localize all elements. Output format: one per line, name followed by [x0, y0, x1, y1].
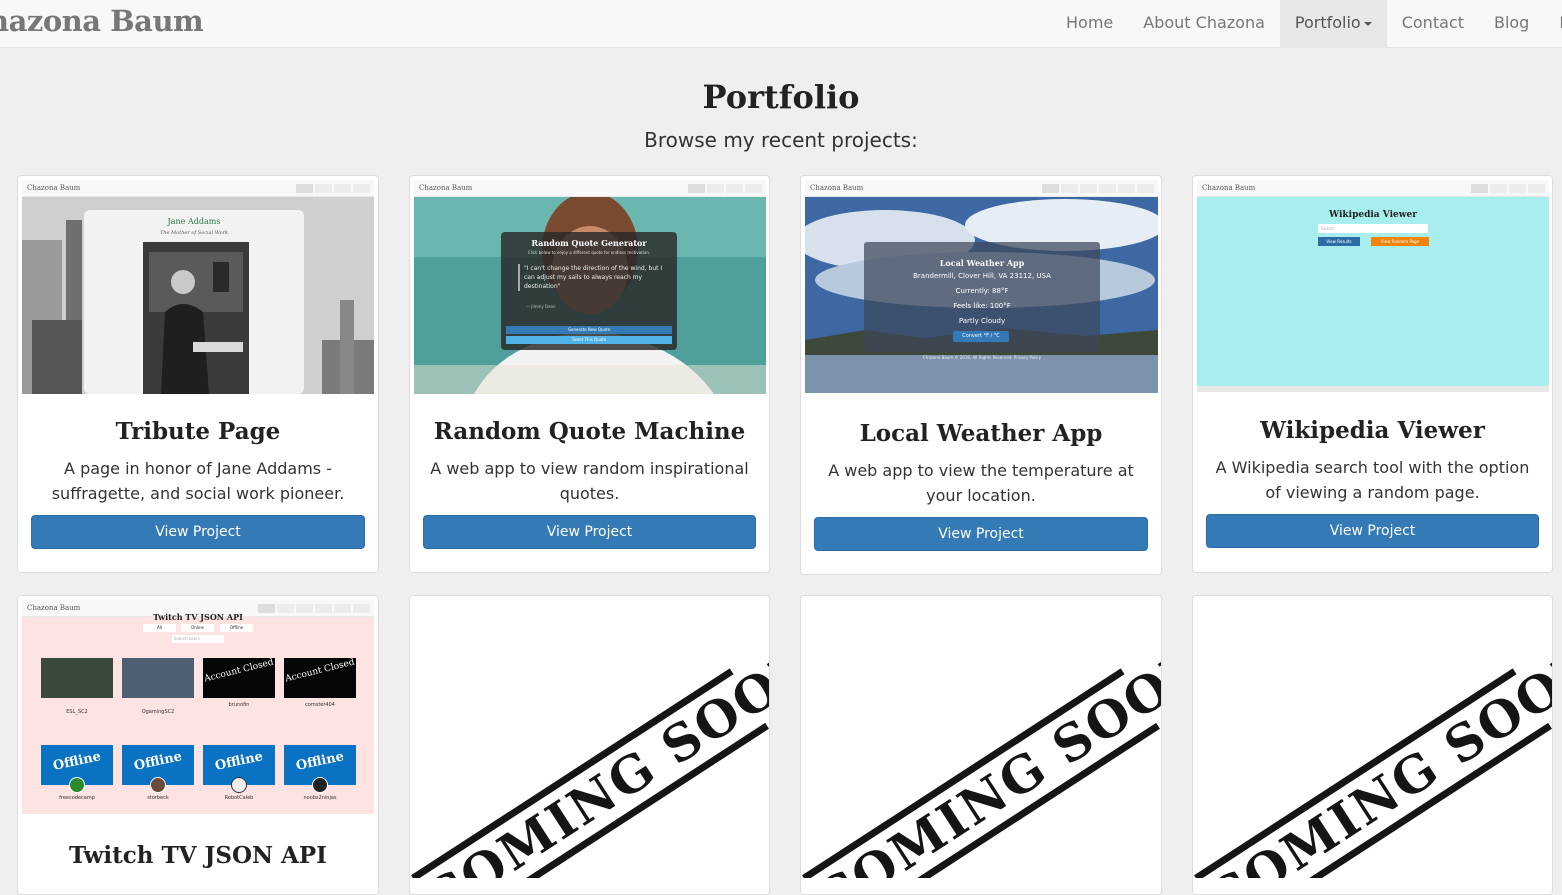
- twitch-heading: Twitch TV JSON API: [153, 612, 243, 622]
- twitch-search-input: Search users: [172, 635, 224, 643]
- nav-portfolio-dropdown[interactable]: Portfolio: [1279, 0, 1387, 48]
- weather-footer: Chazona Baum © 2016, All Rights Reserved…: [922, 355, 1041, 360]
- twitch-username: storbeck: [147, 795, 169, 801]
- quote-text: "I can't change the direction of the win…: [518, 264, 664, 291]
- top-navbar: hazona Baum Home About Chazona Portfolio…: [0, 0, 1562, 48]
- project-card-weather: Chazona Baum Local Weather App Brandermi…: [800, 175, 1162, 575]
- project-thumbnail[interactable]: Chazona Baum Wikipedia Viewer Search Vie…: [1197, 180, 1549, 392]
- project-card-tribute: Chazona Baum Jane Addams The Mother of S…: [17, 175, 379, 573]
- coming-soon-stamp: COMING SOON: [801, 596, 1161, 878]
- project-title: Tribute Page: [115, 418, 281, 445]
- weather-heading: Local Weather App: [939, 258, 1025, 268]
- coming-soon-text: COMING SOON: [802, 630, 1161, 878]
- project-description: A web app to view the temperature at you…: [828, 461, 1134, 505]
- caret-down-icon: [1363, 21, 1372, 26]
- twitch-username: OgamingSC2: [141, 709, 175, 715]
- twitch-filter-online: Online: [181, 624, 214, 632]
- page-subtitle: Browse my recent projects:: [644, 128, 918, 152]
- twitch-username: noobs2ninjas: [303, 795, 337, 801]
- coming-soon-text: COMING SOON: [1194, 630, 1552, 878]
- mini-navbar: Chazona Baum: [1197, 180, 1549, 197]
- convert-units-button: Convert °F / °C: [953, 331, 1009, 342]
- wiki-bottom-border: [1197, 386, 1549, 392]
- tweet-quote-button: Tweet This Quote: [506, 336, 672, 344]
- coming-soon-stamp: COMING SOON: [1193, 596, 1552, 878]
- twitch-filter-all: All: [143, 624, 176, 632]
- project-description: A web app to view random inspirational q…: [430, 459, 749, 503]
- wiki-search-input: Search: [1318, 224, 1428, 233]
- view-project-button[interactable]: View Project: [31, 515, 365, 549]
- nav-contact[interactable]: Contact: [1387, 0, 1479, 48]
- twitch-username: freecodecamp: [59, 795, 95, 801]
- view-project-button[interactable]: View Project: [423, 515, 756, 549]
- twitch-avatar: [69, 777, 85, 793]
- twitch-tile: [122, 658, 194, 698]
- view-project-button[interactable]: View Project: [1206, 514, 1539, 548]
- quote-author: — Jimmy Dean: [526, 304, 556, 309]
- project-thumbnail[interactable]: Chazona Baum Twitch TV JSON API All Onli…: [22, 600, 374, 814]
- nav-portfolio-label: Portfolio: [1294, 13, 1361, 32]
- twitch-avatar: [150, 777, 166, 793]
- generate-quote-button: Generate New Quote: [506, 326, 672, 334]
- project-title: Local Weather App: [859, 420, 1103, 447]
- project-card-quote: Chazona Baum Random Quote Generator Clic…: [409, 175, 770, 573]
- project-title: Twitch TV JSON API: [69, 842, 327, 869]
- jane-addams-photo: [143, 242, 249, 394]
- coming-soon-card: COMING SOON: [800, 595, 1162, 895]
- twitch-username: comster404: [305, 702, 335, 708]
- nav-home[interactable]: Home: [1051, 0, 1128, 48]
- twitch-avatar: [231, 777, 247, 793]
- coming-soon-stamp: COMING SOON: [410, 596, 769, 878]
- main-nav: Home About Chazona Portfolio Contact Blo…: [1051, 0, 1562, 48]
- project-thumbnail[interactable]: Chazona Baum Local Weather App Brandermi…: [805, 180, 1158, 393]
- tribute-subheading: The Mother of Social Work: [159, 230, 229, 236]
- project-thumbnail[interactable]: Chazona Baum Jane Addams The Mother of S…: [22, 180, 374, 394]
- nav-espanol[interactable]: Esp: [1544, 0, 1562, 48]
- weather-condition: Partly Cloudy: [958, 317, 1006, 325]
- weather-feels: Feels like: 100°F: [953, 302, 1011, 310]
- wiki-view-results-button: View Results: [1318, 237, 1360, 246]
- twitch-avatar: [312, 777, 328, 793]
- project-card-wikipedia: Chazona Baum Wikipedia Viewer Search Vie…: [1192, 175, 1553, 573]
- weather-location: Brandermill, Clover Hill, VA 23112, USA: [913, 272, 1051, 280]
- project-thumbnail[interactable]: Chazona Baum Random Quote Generator Clic…: [414, 180, 766, 394]
- project-title: Wikipedia Viewer: [1260, 417, 1485, 444]
- quote-heading: Random Quote Generator: [531, 238, 647, 248]
- coming-soon-card: COMING SOON: [409, 595, 770, 895]
- twitch-filter-offline: Offline: [220, 624, 253, 632]
- mini-navbar: Chazona Baum: [805, 180, 1158, 197]
- wiki-random-page-button: View Random Page: [1371, 237, 1429, 246]
- twitch-username: brunofin: [228, 702, 250, 708]
- weather-current: Currently: 88°F: [955, 287, 1009, 295]
- project-description: A page in honor of Jane Addams - suffrag…: [51, 459, 345, 503]
- coming-soon-card: COMING SOON: [1192, 595, 1553, 895]
- nav-about[interactable]: About Chazona: [1128, 0, 1280, 48]
- project-title: Random Quote Machine: [433, 418, 746, 445]
- wiki-heading: Wikipedia Viewer: [1329, 210, 1417, 220]
- mini-navbar: Chazona Baum: [414, 180, 766, 197]
- twitch-tile: [41, 658, 113, 698]
- coming-soon-text: COMING SOON: [411, 630, 769, 878]
- tribute-heading: Jane Addams: [167, 217, 221, 226]
- page-title: Portfolio: [702, 78, 860, 116]
- quote-subheading: Click below to enjoy a different quote f…: [527, 250, 651, 255]
- project-card-twitch: Chazona Baum Twitch TV JSON API All Onli…: [17, 595, 379, 895]
- twitch-username: ESL_SC2: [66, 709, 88, 715]
- site-brand[interactable]: hazona Baum: [0, 4, 204, 38]
- twitch-username: RobotCaleb: [224, 795, 254, 801]
- project-description: A Wikipedia search tool with the option …: [1215, 458, 1530, 502]
- nav-blog[interactable]: Blog: [1479, 0, 1544, 48]
- view-project-button[interactable]: View Project: [814, 517, 1148, 551]
